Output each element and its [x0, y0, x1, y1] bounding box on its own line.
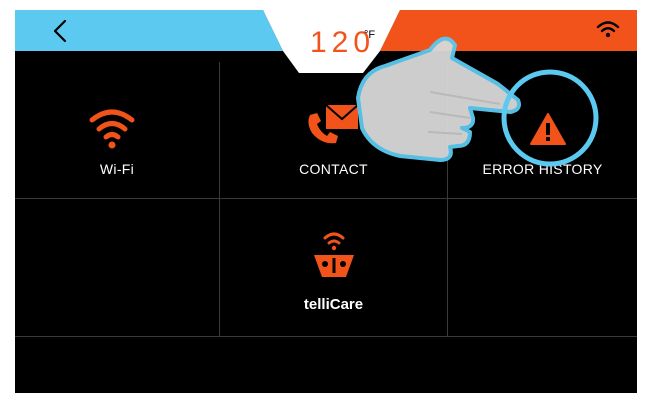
phone-envelope-icon: [308, 104, 359, 144]
tile-contact-label: CONTACT: [299, 161, 368, 177]
tellicare-logo-icon: [314, 232, 354, 277]
tile-error-history-label: ERROR HISTORY: [482, 161, 603, 177]
warning-triangle-icon: [530, 113, 566, 145]
temperature-unit: °F: [364, 29, 376, 41]
tile-tellicare[interactable]: telliCare: [220, 199, 447, 336]
tellicare-label-prefix: telli: [303, 296, 330, 313]
tile-tellicare-label: telliCare: [220, 296, 447, 313]
tile-wifi-label: Wi-Fi: [99, 161, 135, 177]
wifi-status-icon: [596, 21, 620, 38]
device-screen: 120 °F Wi-Fi CONTACT ERROR HISTORY telli…: [15, 10, 637, 393]
tile-error-history[interactable]: ERROR HISTORY: [448, 73, 637, 198]
header-bar: 120 °F: [15, 10, 637, 73]
wifi-icon: [89, 109, 135, 149]
back-button[interactable]: [33, 16, 73, 46]
tile-wifi[interactable]: Wi-Fi: [15, 73, 219, 198]
tellicare-label-suffix: Care: [329, 296, 364, 313]
grid-divider: [15, 336, 637, 337]
chevron-left-icon: [53, 19, 67, 43]
tile-contact[interactable]: CONTACT: [220, 73, 447, 198]
